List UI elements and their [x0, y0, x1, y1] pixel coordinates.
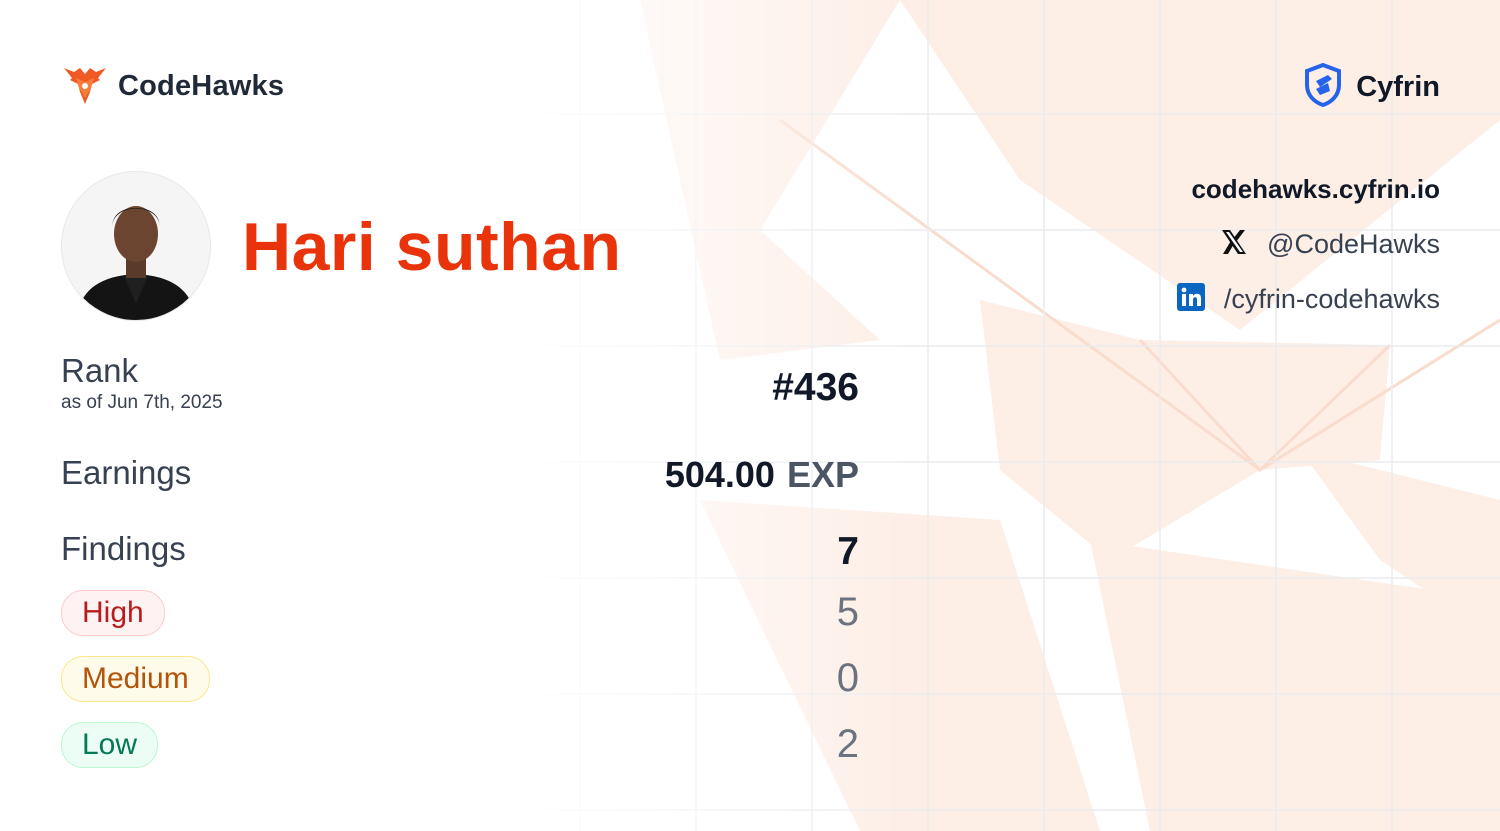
- severity-row-high: High 5: [61, 590, 859, 636]
- stats-panel: Rank as of Jun 7th, 2025 #436 Earnings 5…: [61, 352, 859, 768]
- rank-date: as of Jun 7th, 2025: [61, 392, 223, 413]
- cyfrin-shield-icon: [1304, 62, 1342, 112]
- hawk-logo-icon: [62, 62, 109, 111]
- severity-row-medium: Medium 0: [61, 656, 859, 702]
- findings-total: 7: [837, 530, 859, 573]
- earnings-unit: EXP: [786, 454, 859, 495]
- linkedin-link[interactable]: /cyfrin-codehawks: [1176, 282, 1440, 316]
- severity-count-medium: 0: [836, 656, 859, 700]
- earnings-value: 504.00 EXP: [665, 454, 859, 496]
- severity-row-low: Low 2: [61, 722, 859, 768]
- website-link[interactable]: codehawks.cyfrin.io: [1176, 172, 1440, 206]
- brand-name: CodeHawks: [118, 70, 285, 102]
- x-link[interactable]: @CodeHawks: [1176, 227, 1440, 261]
- rank-row: Rank as of Jun 7th, 2025 #436: [61, 352, 859, 436]
- severity-badge-high: High: [61, 590, 165, 636]
- severity-badge-medium: Medium: [61, 656, 210, 702]
- x-handle: @CodeHawks: [1267, 228, 1440, 259]
- user-name: Hari suthan: [242, 209, 622, 285]
- rank-value: #436: [772, 366, 859, 409]
- earnings-row: Earnings 504.00 EXP: [61, 454, 859, 514]
- linkedin-handle: /cyfrin-codehawks: [1223, 283, 1440, 314]
- severity-count-high: 5: [836, 590, 859, 634]
- partner-logo: Cyfrin: [1304, 62, 1440, 112]
- contact-links: codehawks.cyfrin.io @CodeHawks /cyfrin-c…: [1176, 172, 1440, 316]
- findings-row: Findings 7: [61, 530, 859, 586]
- avatar: [61, 171, 211, 321]
- severity-badge-low: Low: [61, 722, 159, 768]
- rank-label: Rank: [61, 352, 139, 389]
- partner-name: Cyfrin: [1356, 71, 1440, 103]
- linkedin-icon: [1176, 282, 1206, 317]
- earnings-amount: 504.00: [664, 454, 775, 495]
- severity-count-low: 2: [836, 722, 859, 766]
- findings-label: Findings: [61, 530, 186, 567]
- x-logo-icon: [1219, 227, 1249, 262]
- brand: CodeHawks: [62, 62, 284, 111]
